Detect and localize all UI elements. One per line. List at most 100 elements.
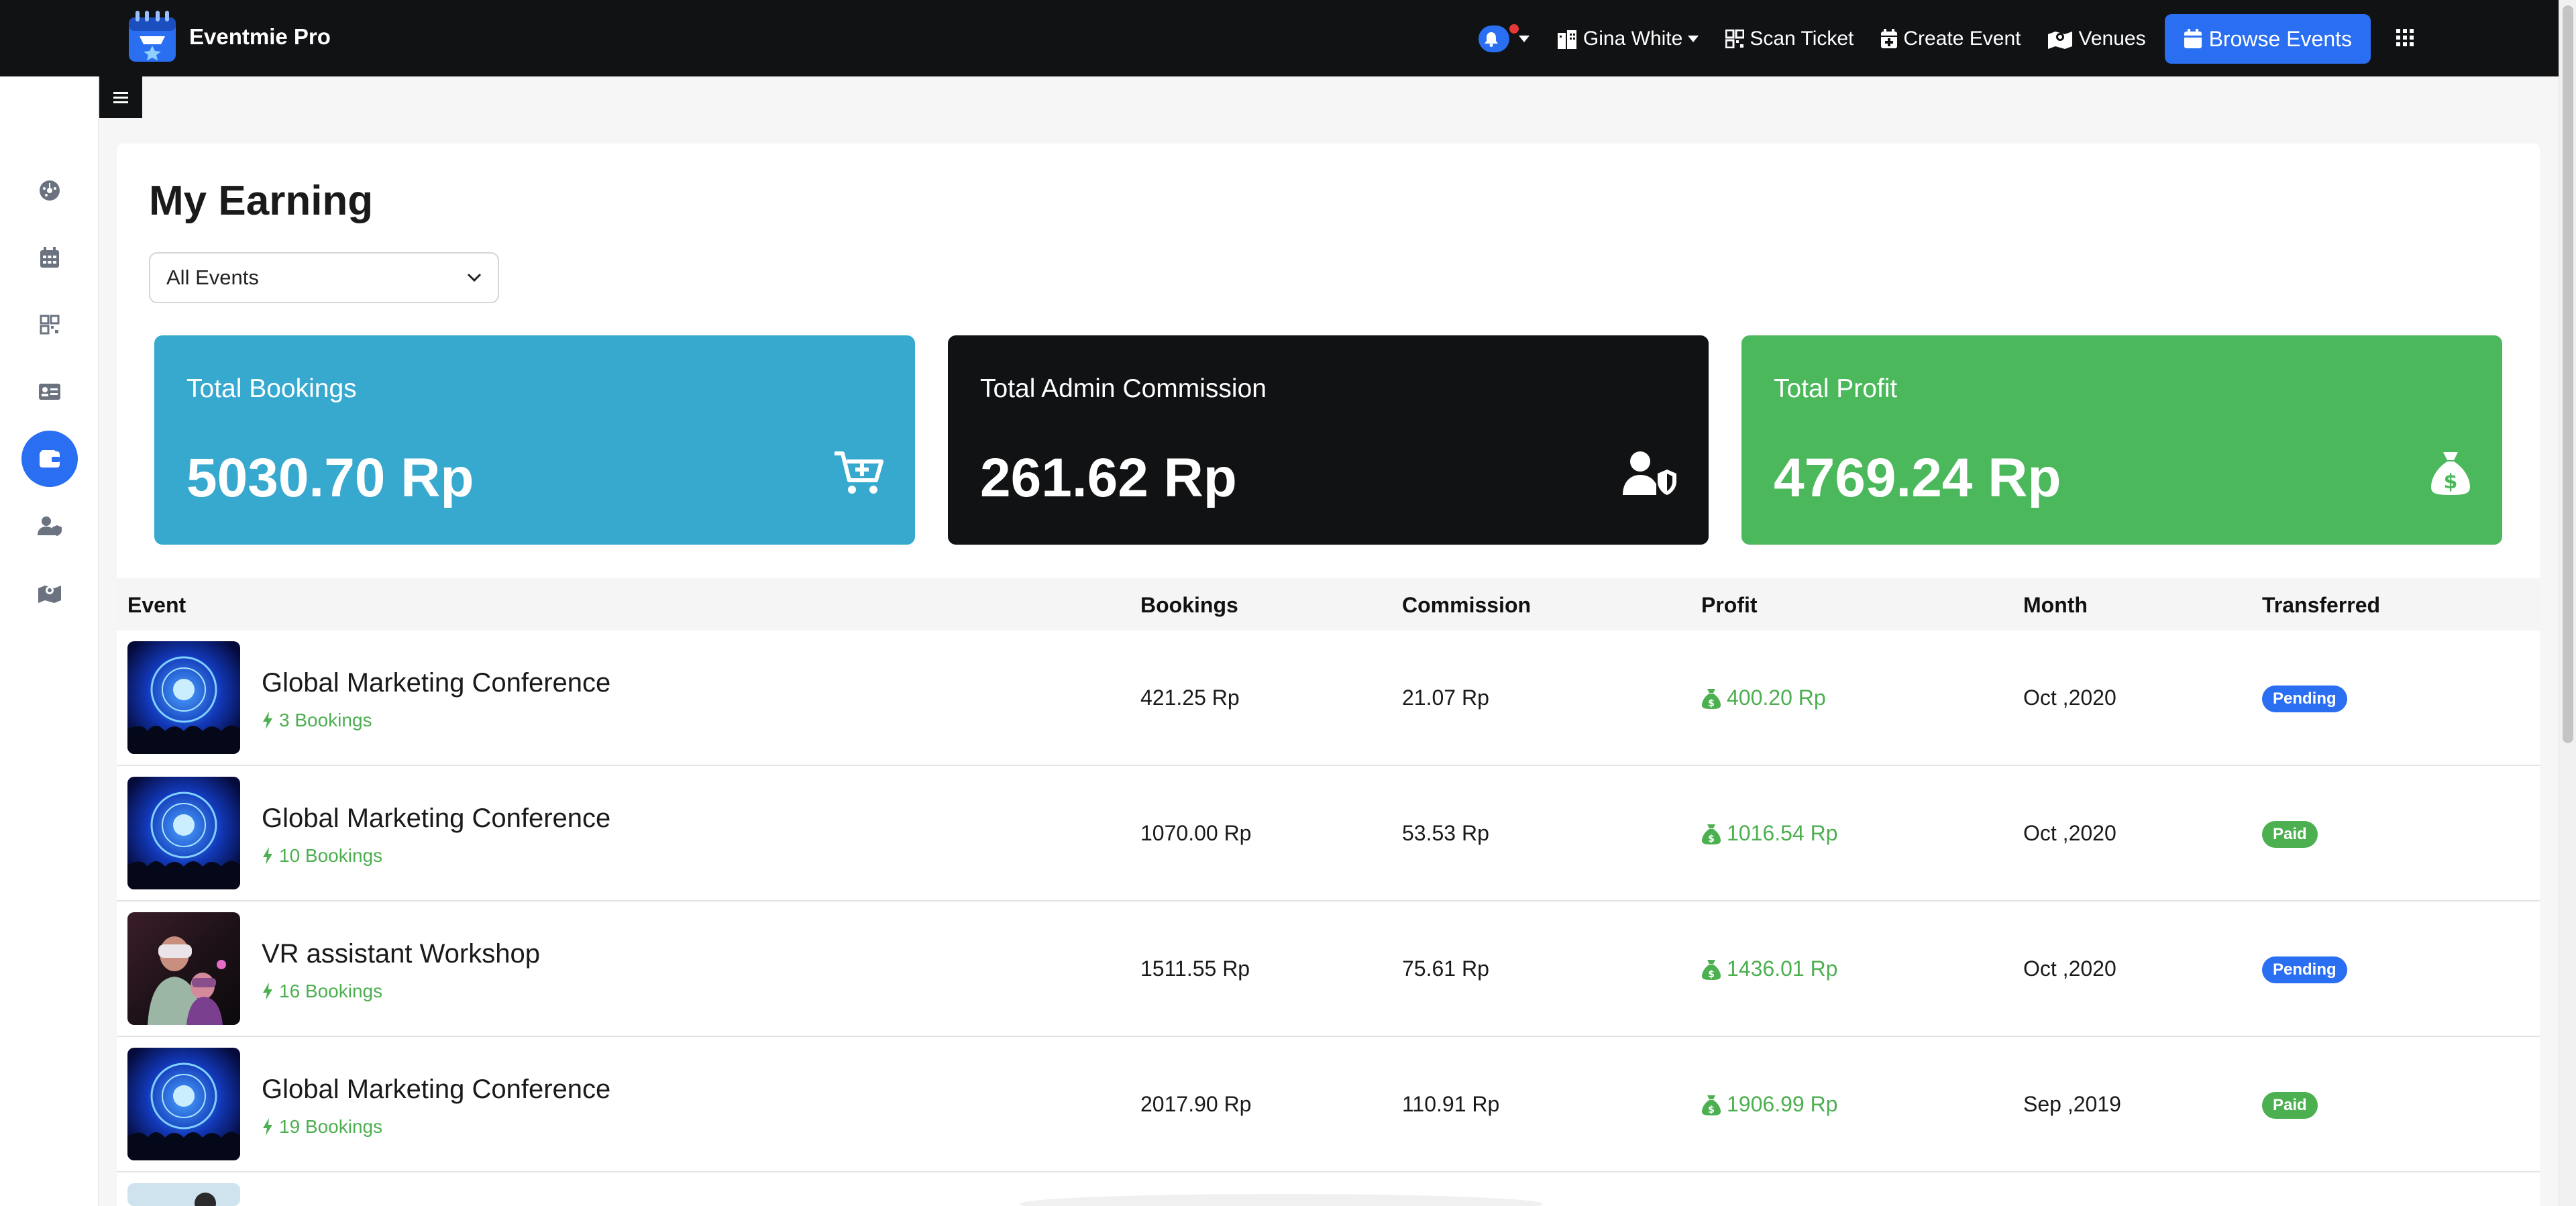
total-profit-card: Total Profit 4769.24 Rp $ (1741, 335, 2502, 545)
nav-actions: Gina White Scan Ticket Create Event Venu… (1452, 14, 2415, 64)
main-panel: My Earning All Events Total Bookings 503… (117, 144, 2540, 1206)
cell-month: Oct ,2020 (2023, 686, 2116, 710)
event-bookings-count: 16 Bookings (262, 981, 382, 1002)
bookings-count-label: 10 Bookings (279, 845, 383, 866)
total-admin-commission-card: Total Admin Commission 261.62 Rp (948, 335, 1709, 545)
apps-grid-icon[interactable] (2395, 28, 2415, 51)
profit-value: 1436.01 Rp (1727, 956, 1838, 981)
users-icon[interactable] (23, 499, 76, 553)
cell-bookings: 2017.90 Rp (1140, 1092, 1252, 1116)
cell-profit: $ 1436.01 Rp (1701, 956, 1837, 981)
event-bookings-count: 3 Bookings (262, 710, 372, 731)
th-commission: Commission (1402, 593, 1532, 617)
top-navbar: Eventmie Pro Gina White Scan Ticket Crea… (0, 0, 2576, 76)
chevron-down-icon (467, 273, 482, 282)
scan-ticket-link[interactable]: Scan Ticket (1725, 28, 1854, 50)
map-icon[interactable] (23, 566, 76, 620)
notifications-dropdown[interactable] (1478, 24, 1529, 52)
event-thumbnail[interactable] (127, 777, 240, 889)
ticket-icon[interactable] (23, 365, 76, 419)
qrcode-icon[interactable] (23, 298, 76, 351)
cell-month: Oct ,2020 (2023, 821, 2116, 845)
bolt-icon (263, 712, 272, 729)
create-event-link[interactable]: Create Event (1880, 28, 2021, 50)
sidebar-toggle-button[interactable] (99, 76, 142, 118)
event-thumbnail[interactable] (127, 641, 240, 754)
event-thumbnail[interactable] (127, 1183, 240, 1206)
brand[interactable]: Eventmie Pro (127, 9, 331, 64)
cell-commission: 21.07 Rp (1402, 686, 1489, 710)
cell-commission: 110.91 Rp (1402, 1092, 1500, 1116)
cell-profit: $ 400.20 Rp (1701, 686, 1826, 710)
cell-commission: 75.61 Rp (1402, 956, 1489, 981)
card-value: 4769.24 Rp (1774, 447, 2061, 508)
status-badge: Pending (2262, 686, 2347, 712)
calendar-icon (2184, 29, 2202, 48)
bookings-count-label: 16 Bookings (279, 981, 383, 1001)
bolt-icon (263, 1118, 272, 1136)
browse-events-label: Browse Events (2208, 26, 2352, 51)
profit-value: 400.20 Rp (1727, 686, 1826, 710)
wallet-icon[interactable] (21, 431, 78, 487)
caret-down-icon (1518, 36, 1529, 42)
bookings-count-label: 3 Bookings (279, 710, 372, 730)
cell-month: Oct ,2020 (2023, 956, 2116, 981)
calendar-icon[interactable] (23, 231, 76, 284)
cell-profit: $ 1016.54 Rp (1701, 821, 1837, 846)
bookings-count-label: 19 Bookings (279, 1116, 383, 1137)
th-bookings: Bookings (1140, 593, 1238, 617)
venues-label: Venues (2078, 28, 2146, 50)
th-transferred: Transferred (2262, 593, 2381, 617)
event-name[interactable]: VR assistant Workshop (262, 939, 540, 969)
svg-text:$: $ (1708, 969, 1715, 980)
user-menu[interactable]: Gina White (1556, 28, 1699, 50)
hamburger-icon (113, 92, 128, 103)
scrollbar-thumb[interactable] (2563, 5, 2573, 743)
th-month: Month (2023, 593, 2088, 617)
card-value: 261.62 Rp (980, 447, 1237, 508)
event-name[interactable]: Global Marketing Conference (262, 804, 610, 834)
qrcode-icon (1725, 30, 1745, 48)
event-filter-select[interactable]: All Events (149, 252, 499, 303)
venues-link[interactable]: Venues (2047, 28, 2146, 50)
table-row: VR assistant Workshop 16 Bookings 1511.5… (117, 901, 2540, 1037)
profit-value: 1906.99 Rp (1727, 1092, 1838, 1116)
calendar-plus-icon (1881, 29, 1898, 48)
table-header: Event Bookings Commission Profit Month T… (117, 578, 2540, 631)
brand-logo-icon (129, 11, 176, 62)
bolt-icon (263, 983, 272, 1000)
card-label: Total Admin Commission (980, 374, 1267, 403)
event-thumbnail[interactable] (127, 1048, 240, 1160)
building-icon (1557, 30, 1576, 49)
event-bookings-count: 10 Bookings (262, 845, 382, 867)
scan-ticket-label: Scan Ticket (1750, 28, 1854, 50)
cell-bookings: 421.25 Rp (1140, 686, 1240, 710)
dashboard-icon[interactable] (23, 164, 76, 217)
brand-name: Eventmie Pro (189, 24, 331, 49)
th-profit: Profit (1701, 593, 1758, 617)
status-badge: Paid (2262, 1092, 2318, 1119)
page-title: My Earning (149, 178, 374, 224)
cell-bookings: 1070.00 Rp (1140, 821, 1252, 845)
card-label: Total Bookings (186, 374, 357, 403)
svg-text:$: $ (1708, 1105, 1715, 1115)
sidebar (0, 76, 99, 1206)
svg-text:$: $ (2444, 470, 2458, 494)
event-name[interactable]: Global Marketing Conference (262, 668, 610, 698)
table-row: Global Marketing Conference 3 Bookings 4… (117, 631, 2540, 766)
notification-dot (1509, 24, 1519, 34)
money-bag-icon: $ (2430, 449, 2471, 500)
cell-bookings: 1511.55 Rp (1140, 956, 1250, 981)
table-row: Global Marketing Conference 19 Bookings … (117, 1037, 2540, 1172)
event-name[interactable]: Global Marketing Conference (262, 1075, 610, 1105)
page-scrollbar[interactable] (2559, 0, 2576, 1206)
status-badge: Pending (2262, 956, 2347, 983)
money-bag-icon: $ (1702, 1095, 1721, 1115)
event-thumbnail[interactable] (127, 912, 240, 1025)
bell-icon (1478, 25, 1509, 52)
create-event-label: Create Event (1903, 28, 2021, 50)
event-bookings-count: 19 Bookings (262, 1116, 382, 1138)
browse-events-button[interactable]: Browse Events (2164, 14, 2371, 64)
cart-plus-icon (833, 449, 884, 500)
money-bag-icon: $ (1702, 824, 1721, 844)
